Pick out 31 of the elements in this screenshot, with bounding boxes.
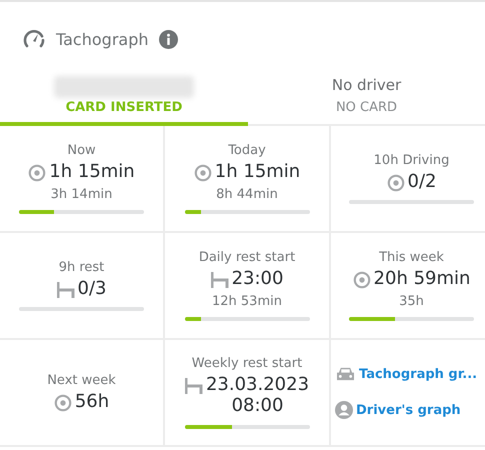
bed-icon	[56, 280, 75, 299]
stat-value: 1h 15min	[49, 162, 135, 183]
section-title: Tachograph	[56, 30, 148, 48]
person-icon	[335, 401, 353, 419]
stat-value: 0/2	[408, 172, 436, 192]
stat-label: Next week	[47, 372, 116, 388]
stat-limit: 8h 44min	[216, 186, 278, 202]
stat-label: 10h Driving	[374, 152, 450, 168]
driver-tab[interactable]: CARD INSERTED	[0, 70, 248, 126]
driver-tab[interactable]: No driver NO CARD	[248, 70, 485, 126]
stat-label: Weekly rest start	[192, 356, 302, 372]
car-icon	[335, 366, 356, 383]
stat-limit: 3h 14min	[50, 186, 112, 202]
graph-link[interactable]: Tachograph gr...	[335, 366, 478, 383]
stat-label: 9h rest	[58, 260, 104, 275]
stat-label: Today	[228, 143, 266, 158]
stat-value: 20h 59min	[374, 269, 470, 290]
stat-limit: 35h	[399, 294, 424, 309]
stat-value: 23.03.2023 08:00	[206, 375, 310, 417]
stat-value: 0/3	[78, 278, 106, 300]
stat-value: 23:00	[232, 269, 284, 290]
stat-label: Now	[67, 143, 96, 158]
bed-icon	[184, 377, 203, 396]
stat-value: 56h	[74, 392, 110, 412]
stat-label: This week	[379, 250, 444, 266]
bed-icon	[210, 271, 229, 290]
stat-value: 1h 15min	[214, 162, 300, 183]
stat-label: Daily rest start	[198, 250, 296, 266]
stat-limit: 12h 53min	[212, 294, 282, 309]
graph-link[interactable]: Driver's graph	[335, 401, 461, 419]
info-icon[interactable]	[158, 30, 178, 48]
